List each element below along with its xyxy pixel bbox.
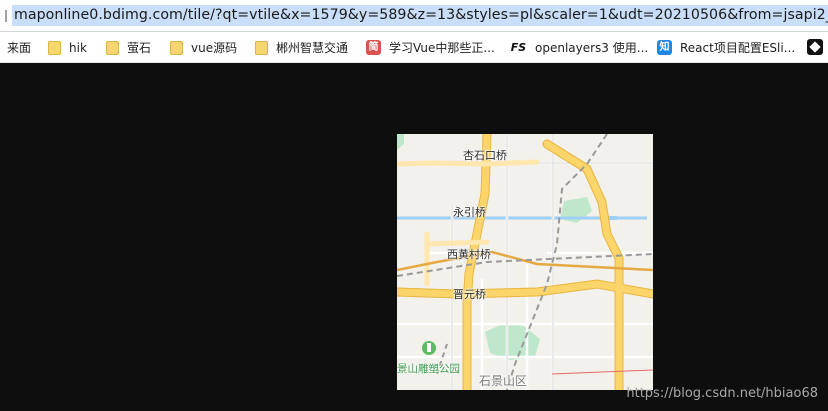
bookmark-label: 来面 bbox=[7, 41, 32, 55]
bookmark-label: hik bbox=[69, 40, 87, 55]
bookmark-item-2[interactable]: 萤石 bbox=[106, 38, 151, 57]
url-text[interactable]: maponline0.bdimg.com/tile/?qt=vtile&x=15… bbox=[12, 5, 828, 26]
bookmark-item-6[interactable]: FS openlayers3 使用... bbox=[510, 38, 648, 57]
bookmark-label: 学习Vue中那些正... bbox=[389, 41, 495, 55]
bookmark-item-5[interactable]: 简 学习Vue中那些正... bbox=[366, 38, 495, 57]
extension-icon[interactable] bbox=[807, 39, 823, 55]
bookmarks-bar: 来面 hik 萤石 vue源码 郴州智慧交通 简 学习Vue中那些正... FS… bbox=[0, 32, 828, 63]
map-label-xingshikou: 杏石口桥 bbox=[463, 149, 507, 162]
bookmark-item-3[interactable]: vue源码 bbox=[170, 38, 237, 57]
map-label-jinyuan: 晋元桥 bbox=[453, 288, 486, 301]
bookmark-label: 郴州智慧交通 bbox=[276, 41, 349, 55]
bookmark-label: openlayers3 使用... bbox=[535, 41, 649, 55]
address-bar[interactable]: ❘ maponline0.bdimg.com/tile/?qt=vtile&x=… bbox=[0, 0, 828, 32]
bookmark-item-4[interactable]: 郴州智慧交通 bbox=[255, 38, 348, 57]
bookmark-item-0[interactable]: 来面 bbox=[7, 38, 31, 57]
jian-icon: 简 bbox=[366, 40, 381, 55]
folder-icon bbox=[48, 40, 61, 55]
bookmark-label: vue源码 bbox=[191, 41, 238, 55]
map-label-xihuangcun: 西黄村桥 bbox=[447, 248, 491, 261]
map-label-district: 石景山区 bbox=[479, 374, 528, 388]
folder-icon bbox=[106, 40, 119, 55]
fs-icon: FS bbox=[510, 41, 527, 54]
bookmark-item-1[interactable]: hik bbox=[48, 38, 87, 57]
folder-icon bbox=[170, 40, 183, 55]
zhi-icon: 知 bbox=[657, 40, 672, 55]
browser-window: ❘ maponline0.bdimg.com/tile/?qt=vtile&x=… bbox=[0, 0, 828, 411]
bookmark-item-7[interactable]: 知 React项目配置ESli... bbox=[657, 38, 795, 57]
bookmark-label: React项目配置ESli... bbox=[680, 41, 796, 55]
map-tile-image: 杏石口桥 永引桥 西黄村桥 晋元桥 景山雕塑公园 石景山区 bbox=[397, 134, 653, 390]
watermark-text: https://blog.csdn.net/hbiao68 bbox=[626, 386, 818, 401]
map-label-yongyin: 永引桥 bbox=[453, 206, 486, 219]
folder-icon bbox=[255, 40, 268, 55]
page-info-icon[interactable]: ❘ bbox=[1, 8, 11, 22]
map-tile-graphics bbox=[397, 134, 653, 390]
bookmark-label: 萤石 bbox=[127, 41, 152, 55]
map-label-park: 景山雕塑公园 bbox=[397, 363, 460, 375]
